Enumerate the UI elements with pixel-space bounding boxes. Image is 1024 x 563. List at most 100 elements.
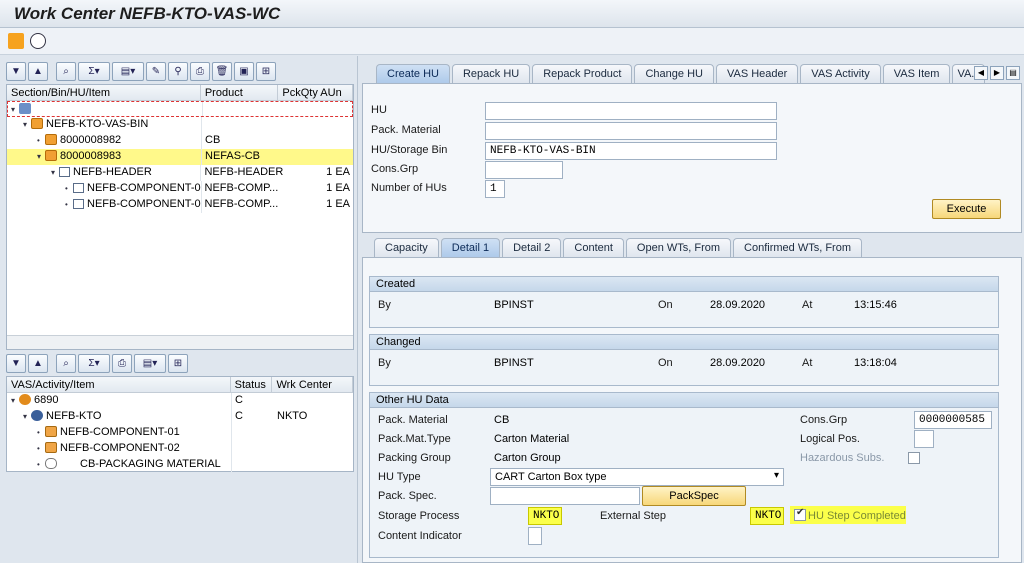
tree-row[interactable]: • NEFB-COMPONENT-01 NEFB-COMP... 1 EA <box>7 181 353 197</box>
tree-row-product: NEFB-COMP... <box>204 182 279 194</box>
layout-icon[interactable]: ▤▾ <box>112 62 144 81</box>
created-at-label: At <box>802 299 813 311</box>
tab-repack-product[interactable]: Repack Product <box>532 64 633 83</box>
tree-row-product: NEFB-HEADER <box>204 166 284 178</box>
tree-row[interactable]: ▾ 6890 C <box>7 393 353 409</box>
column-header-section[interactable]: Section/Bin/HU/Item <box>7 85 201 100</box>
column-header-product[interactable]: Product <box>201 85 279 100</box>
title-bar: Work Center NEFB-KTO-VAS-WC <box>0 0 1024 28</box>
delete-icon[interactable]: 🗑 <box>212 62 232 81</box>
cons-grp-field[interactable]: 0000000585 <box>914 411 992 429</box>
logical-pos-field[interactable] <box>914 430 934 448</box>
hu-box-icon <box>45 150 57 161</box>
tree-row[interactable]: ▾ NEFB-KTO-VAS-BIN <box>7 117 353 133</box>
created-on-label: On <box>658 299 673 311</box>
column-header-qty[interactable]: PckQty AUn <box>278 85 353 100</box>
right-panel: Create HU Repack HU Repack Product Chang… <box>362 56 1024 563</box>
execute-icon[interactable] <box>8 33 24 49</box>
storage-bin-field[interactable]: NEFB-KTO-VAS-BIN <box>485 142 777 160</box>
tree-row-label: NEFB-KTO <box>46 410 102 422</box>
external-step-field[interactable]: NKTO <box>750 507 784 525</box>
tab-open-wts[interactable]: Open WTs, From <box>625 238 732 257</box>
hierarchy-icon[interactable]: ⊞ <box>168 354 188 373</box>
changed-by-value: BPINST <box>494 357 534 369</box>
tab-change-hu[interactable]: Change HU <box>634 64 714 83</box>
tab-detail-2[interactable]: Detail 2 <box>502 238 562 257</box>
horizontal-scrollbar[interactable] <box>7 335 353 349</box>
hazardous-checkbox[interactable] <box>908 452 920 464</box>
number-hus-field[interactable]: 1 <box>485 180 505 198</box>
sum-icon[interactable]: Σ▾ <box>78 354 110 373</box>
column-header-status[interactable]: Status <box>231 377 273 392</box>
cons-grp-field[interactable] <box>485 161 563 179</box>
column-header-work-center[interactable]: Wrk Center <box>272 377 353 392</box>
tab-capacity[interactable]: Capacity <box>374 238 439 257</box>
tree-row[interactable]: ▾ NEFB-HEADER NEFB-HEADER 1 EA <box>7 165 353 181</box>
tab-content[interactable]: Content <box>563 238 624 257</box>
pack-material-label: Pack. Material <box>371 124 441 136</box>
edit-icon[interactable]: ✎ <box>146 62 166 81</box>
tree-row[interactable]: • 8000008982 CB <box>7 133 353 149</box>
sum-icon[interactable]: Σ▾ <box>78 62 110 81</box>
content-indicator-field[interactable] <box>528 527 542 545</box>
component-icon <box>45 426 57 437</box>
tab-confirmed-wts[interactable]: Confirmed WTs, From <box>733 238 863 257</box>
tab-vas-item[interactable]: VAS Item <box>882 64 951 83</box>
tree-row-product: NEFB-COMP... <box>204 198 279 210</box>
tree-row[interactable]: • NEFB-COMPONENT-01 <box>7 425 353 441</box>
tree-row[interactable]: ▾ NEFB-KTO C NKTO <box>7 409 353 425</box>
tree-row[interactable]: • NEFB-COMPONENT-02 NEFB-COMP... 1 EA <box>7 197 353 213</box>
pack-spec-field[interactable] <box>490 487 640 505</box>
pack-mat-type-value: Carton Material <box>494 433 570 445</box>
storage-process-field[interactable]: NKTO <box>528 507 562 525</box>
layout-icon[interactable]: ▤▾ <box>134 354 166 373</box>
changed-by-label: By <box>378 357 391 369</box>
packspec-button[interactable]: PackSpec <box>642 486 746 506</box>
print-icon[interactable]: ⎙ <box>112 354 132 373</box>
tree-row-work-center: NKTO <box>277 410 308 422</box>
find-icon[interactable]: ⌕ <box>56 62 76 81</box>
expand-all-icon[interactable]: ▼ <box>6 62 26 81</box>
refresh-icon[interactable] <box>30 33 46 49</box>
tree-row-status: C <box>235 410 243 422</box>
tab-create-hu[interactable]: Create HU <box>376 64 450 83</box>
print-icon[interactable]: ⎙ <box>190 62 210 81</box>
tab-detail-1[interactable]: Detail 1 <box>440 238 501 257</box>
hu-label: HU <box>371 104 387 116</box>
hu-type-dropdown[interactable]: CART Carton Box type <box>490 468 784 486</box>
filter-icon[interactable]: ⚲ <box>168 62 188 81</box>
tab-vas-header[interactable]: VAS Header <box>715 64 799 83</box>
tab-vas-activity[interactable]: VAS Activity <box>800 64 881 83</box>
expand-all-icon[interactable]: ▼ <box>6 354 26 373</box>
tree-row[interactable]: • CB-PACKAGING MATERIAL <box>7 457 353 473</box>
tab-repack-hu[interactable]: Repack HU <box>451 64 531 83</box>
tab-list-icon[interactable]: ▤ <box>1006 66 1020 80</box>
hu-field[interactable] <box>485 102 777 120</box>
tree-row-label: NEFB-COMPONENT-01 <box>60 426 180 438</box>
tree-row-selected[interactable]: ▾ 8000008983 NEFAS-CB <box>7 149 353 165</box>
find-icon[interactable]: ⌕ <box>56 354 76 373</box>
collapse-all-icon[interactable]: ▲ <box>28 354 48 373</box>
changed-at-value: 13:18:04 <box>854 357 897 369</box>
pack-icon[interactable]: ▣ <box>234 62 254 81</box>
top-tab-strip: Create HU Repack HU Repack Product Chang… <box>376 64 986 83</box>
changed-at-label: At <box>802 357 813 369</box>
hu-step-completed-checkbox[interactable] <box>794 507 806 521</box>
tab-prev-icon[interactable]: ◀ <box>974 66 988 80</box>
pack-spec-label: Pack. Spec. <box>378 490 437 502</box>
tab-next-icon[interactable]: ▶ <box>990 66 1004 80</box>
cons-grp-label: Cons.Grp <box>371 163 419 175</box>
tree-row-label: NEFB-KTO-VAS-BIN <box>46 118 149 130</box>
execute-button[interactable]: Execute <box>932 199 1001 219</box>
collapse-all-icon[interactable]: ▲ <box>28 62 48 81</box>
hierarchy-icon[interactable]: ⊞ <box>256 62 276 81</box>
logical-pos-label: Logical Pos. <box>800 433 860 445</box>
tree-row-label: 8000008982 <box>60 134 122 146</box>
created-by-label: By <box>378 299 391 311</box>
tree-row[interactable]: • NEFB-COMPONENT-02 <box>7 441 353 457</box>
pack-material-field[interactable] <box>485 122 777 140</box>
vas-tree: VAS/Activity/Item Status Wrk Center ▾ 689… <box>6 376 354 473</box>
created-at-value: 13:15:46 <box>854 299 897 311</box>
tree-row[interactable]: ▾ <box>7 101 353 117</box>
column-header-vas[interactable]: VAS/Activity/Item <box>7 377 231 392</box>
